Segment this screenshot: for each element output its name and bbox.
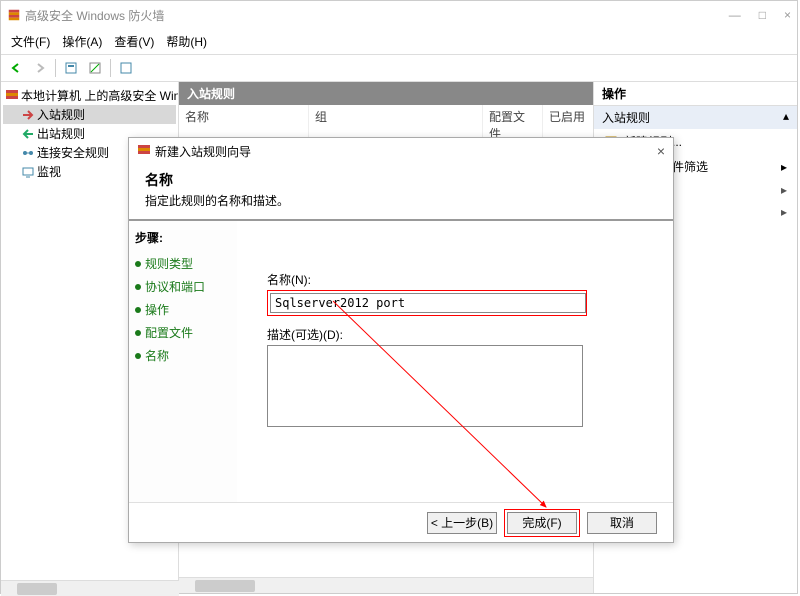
- toolbar-icon-1[interactable]: [60, 57, 82, 79]
- outbound-icon: [21, 127, 35, 141]
- chevron-right-icon: ▸: [781, 183, 787, 197]
- step-protocol-port[interactable]: 协议和端口: [135, 275, 231, 298]
- actions-sub-header: 入站规则 ▴: [594, 106, 797, 129]
- description-input[interactable]: [267, 345, 583, 427]
- menu-file[interactable]: 文件(F): [7, 31, 54, 52]
- step-action[interactable]: 操作: [135, 298, 231, 321]
- actions-header: 操作: [594, 82, 797, 106]
- titlebar: 高级安全 Windows 防火墙 — □ ×: [1, 1, 797, 29]
- tree-root[interactable]: 本地计算机 上的高级安全 Win: [3, 86, 176, 105]
- chevron-right-icon: ▸: [781, 160, 787, 174]
- wizard-steps: 步骤: 规则类型 协议和端口 操作 配置文件 名称: [129, 221, 237, 502]
- wizard-buttons: < 上一步(B) 完成(F) 取消: [129, 502, 673, 542]
- wizard-close-button[interactable]: ×: [657, 143, 665, 159]
- wizard-header: 名称 指定此规则的名称和描述。: [129, 164, 673, 221]
- tree-h-scrollbar[interactable]: [1, 580, 179, 596]
- wizard-head-subtitle: 指定此规则的名称和描述。: [145, 192, 657, 209]
- toolbar-icon-2[interactable]: [84, 57, 106, 79]
- tree-inbound[interactable]: 入站规则: [3, 105, 176, 124]
- monitor-icon: [21, 165, 35, 179]
- menubar: 文件(F) 操作(A) 查看(V) 帮助(H): [1, 29, 797, 55]
- steps-header: 步骤:: [135, 229, 231, 246]
- close-button[interactable]: ×: [784, 8, 791, 22]
- finish-button[interactable]: 完成(F): [507, 512, 577, 534]
- window-title: 高级安全 Windows 防火墙: [25, 7, 164, 24]
- forward-button[interactable]: [29, 57, 51, 79]
- minimize-button[interactable]: —: [729, 8, 741, 22]
- inbound-icon: [21, 108, 35, 122]
- name-label: 名称(N):: [267, 271, 653, 288]
- wizard-head-title: 名称: [145, 170, 657, 190]
- name-highlight: [267, 290, 587, 316]
- back-button[interactable]: < 上一步(B): [427, 512, 497, 534]
- wizard-titlebar: 新建入站规则向导 ×: [129, 138, 673, 164]
- maximize-button[interactable]: □: [759, 8, 766, 22]
- toolbar: [1, 55, 797, 82]
- desc-label: 描述(可选)(D):: [267, 326, 653, 343]
- menu-view[interactable]: 查看(V): [110, 31, 158, 52]
- menu-help[interactable]: 帮助(H): [162, 31, 211, 52]
- toolbar-icon-3[interactable]: [115, 57, 137, 79]
- cancel-button[interactable]: 取消: [587, 512, 657, 534]
- step-name[interactable]: 名称: [135, 344, 231, 367]
- step-profile[interactable]: 配置文件: [135, 321, 231, 344]
- rules-header: 入站规则: [179, 82, 593, 105]
- firewall-icon: [7, 8, 21, 22]
- firewall-icon: [5, 89, 19, 103]
- collapse-icon[interactable]: ▴: [783, 109, 789, 126]
- h-scrollbar[interactable]: [179, 577, 593, 593]
- chevron-right-icon: ▸: [781, 205, 787, 219]
- step-rule-type[interactable]: 规则类型: [135, 252, 231, 275]
- wizard-content: 名称(N): 描述(可选)(D):: [237, 221, 673, 502]
- firewall-icon: [137, 144, 151, 158]
- back-button[interactable]: [5, 57, 27, 79]
- connection-icon: [21, 146, 35, 160]
- wizard-dialog: 新建入站规则向导 × 名称 指定此规则的名称和描述。 步骤: 规则类型 协议和端…: [128, 137, 674, 543]
- menu-action[interactable]: 操作(A): [58, 31, 106, 52]
- name-input[interactable]: [270, 293, 586, 313]
